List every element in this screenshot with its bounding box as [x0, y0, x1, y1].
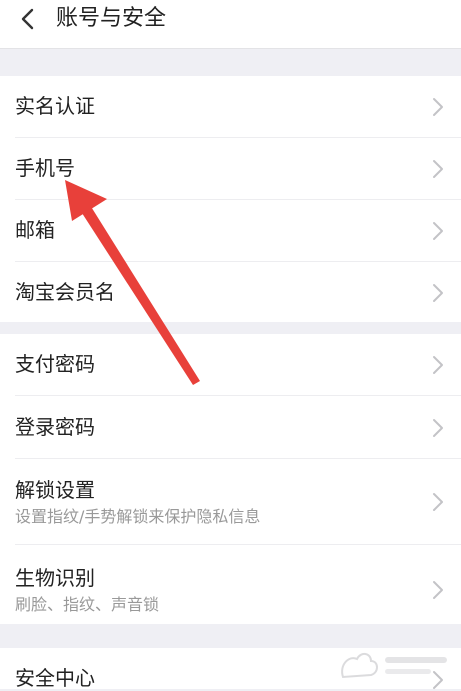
- row-label: 支付密码: [15, 352, 95, 376]
- row-label: 实名认证: [15, 94, 95, 118]
- row-label: 登录密码: [15, 415, 95, 439]
- row-login-password[interactable]: 登录密码: [0, 396, 461, 458]
- chevron-right-icon: [433, 160, 443, 178]
- row-label: 手机号: [15, 156, 75, 180]
- security-group: 支付密码 登录密码 解锁设置 设置指纹/手势解锁来保护隐私信息 生物识别 刷脸、…: [0, 334, 461, 624]
- row-email[interactable]: 邮箱: [0, 200, 461, 261]
- chevron-right-icon: [433, 222, 443, 240]
- chevron-right-icon: [433, 356, 443, 374]
- chevron-right-icon: [433, 284, 443, 302]
- row-taobao-member-name[interactable]: 淘宝会员名: [0, 262, 461, 322]
- row-payment-password[interactable]: 支付密码: [0, 334, 461, 395]
- row-label: 生物识别: [15, 566, 95, 590]
- account-group: 实名认证 手机号 邮箱 淘宝会员名: [0, 76, 461, 322]
- row-sublabel: 刷脸、指纹、声音锁: [15, 595, 160, 614]
- watermark-logo-icon: [341, 653, 447, 679]
- chevron-right-icon: [433, 581, 443, 599]
- chevron-right-icon: [433, 419, 443, 437]
- top-bar: 账号与安全: [0, 0, 461, 49]
- row-label: 邮箱: [15, 218, 55, 242]
- row-biometrics[interactable]: 生物识别 刷脸、指纹、声音锁: [0, 545, 461, 624]
- page-title: 账号与安全: [56, 6, 167, 31]
- chevron-right-icon: [433, 493, 443, 511]
- row-real-name-verification[interactable]: 实名认证: [0, 76, 461, 137]
- row-label: 安全中心: [15, 666, 95, 690]
- row-label: 淘宝会员名: [15, 280, 115, 304]
- chevron-right-icon: [433, 98, 443, 116]
- row-sublabel: 设置指纹/手势解锁来保护隐私信息: [15, 507, 261, 526]
- back-arrow-icon[interactable]: [16, 7, 40, 31]
- row-unlock-settings[interactable]: 解锁设置 设置指纹/手势解锁来保护隐私信息: [0, 459, 461, 544]
- row-label: 解锁设置: [15, 478, 95, 502]
- row-phone-number[interactable]: 手机号: [0, 138, 461, 199]
